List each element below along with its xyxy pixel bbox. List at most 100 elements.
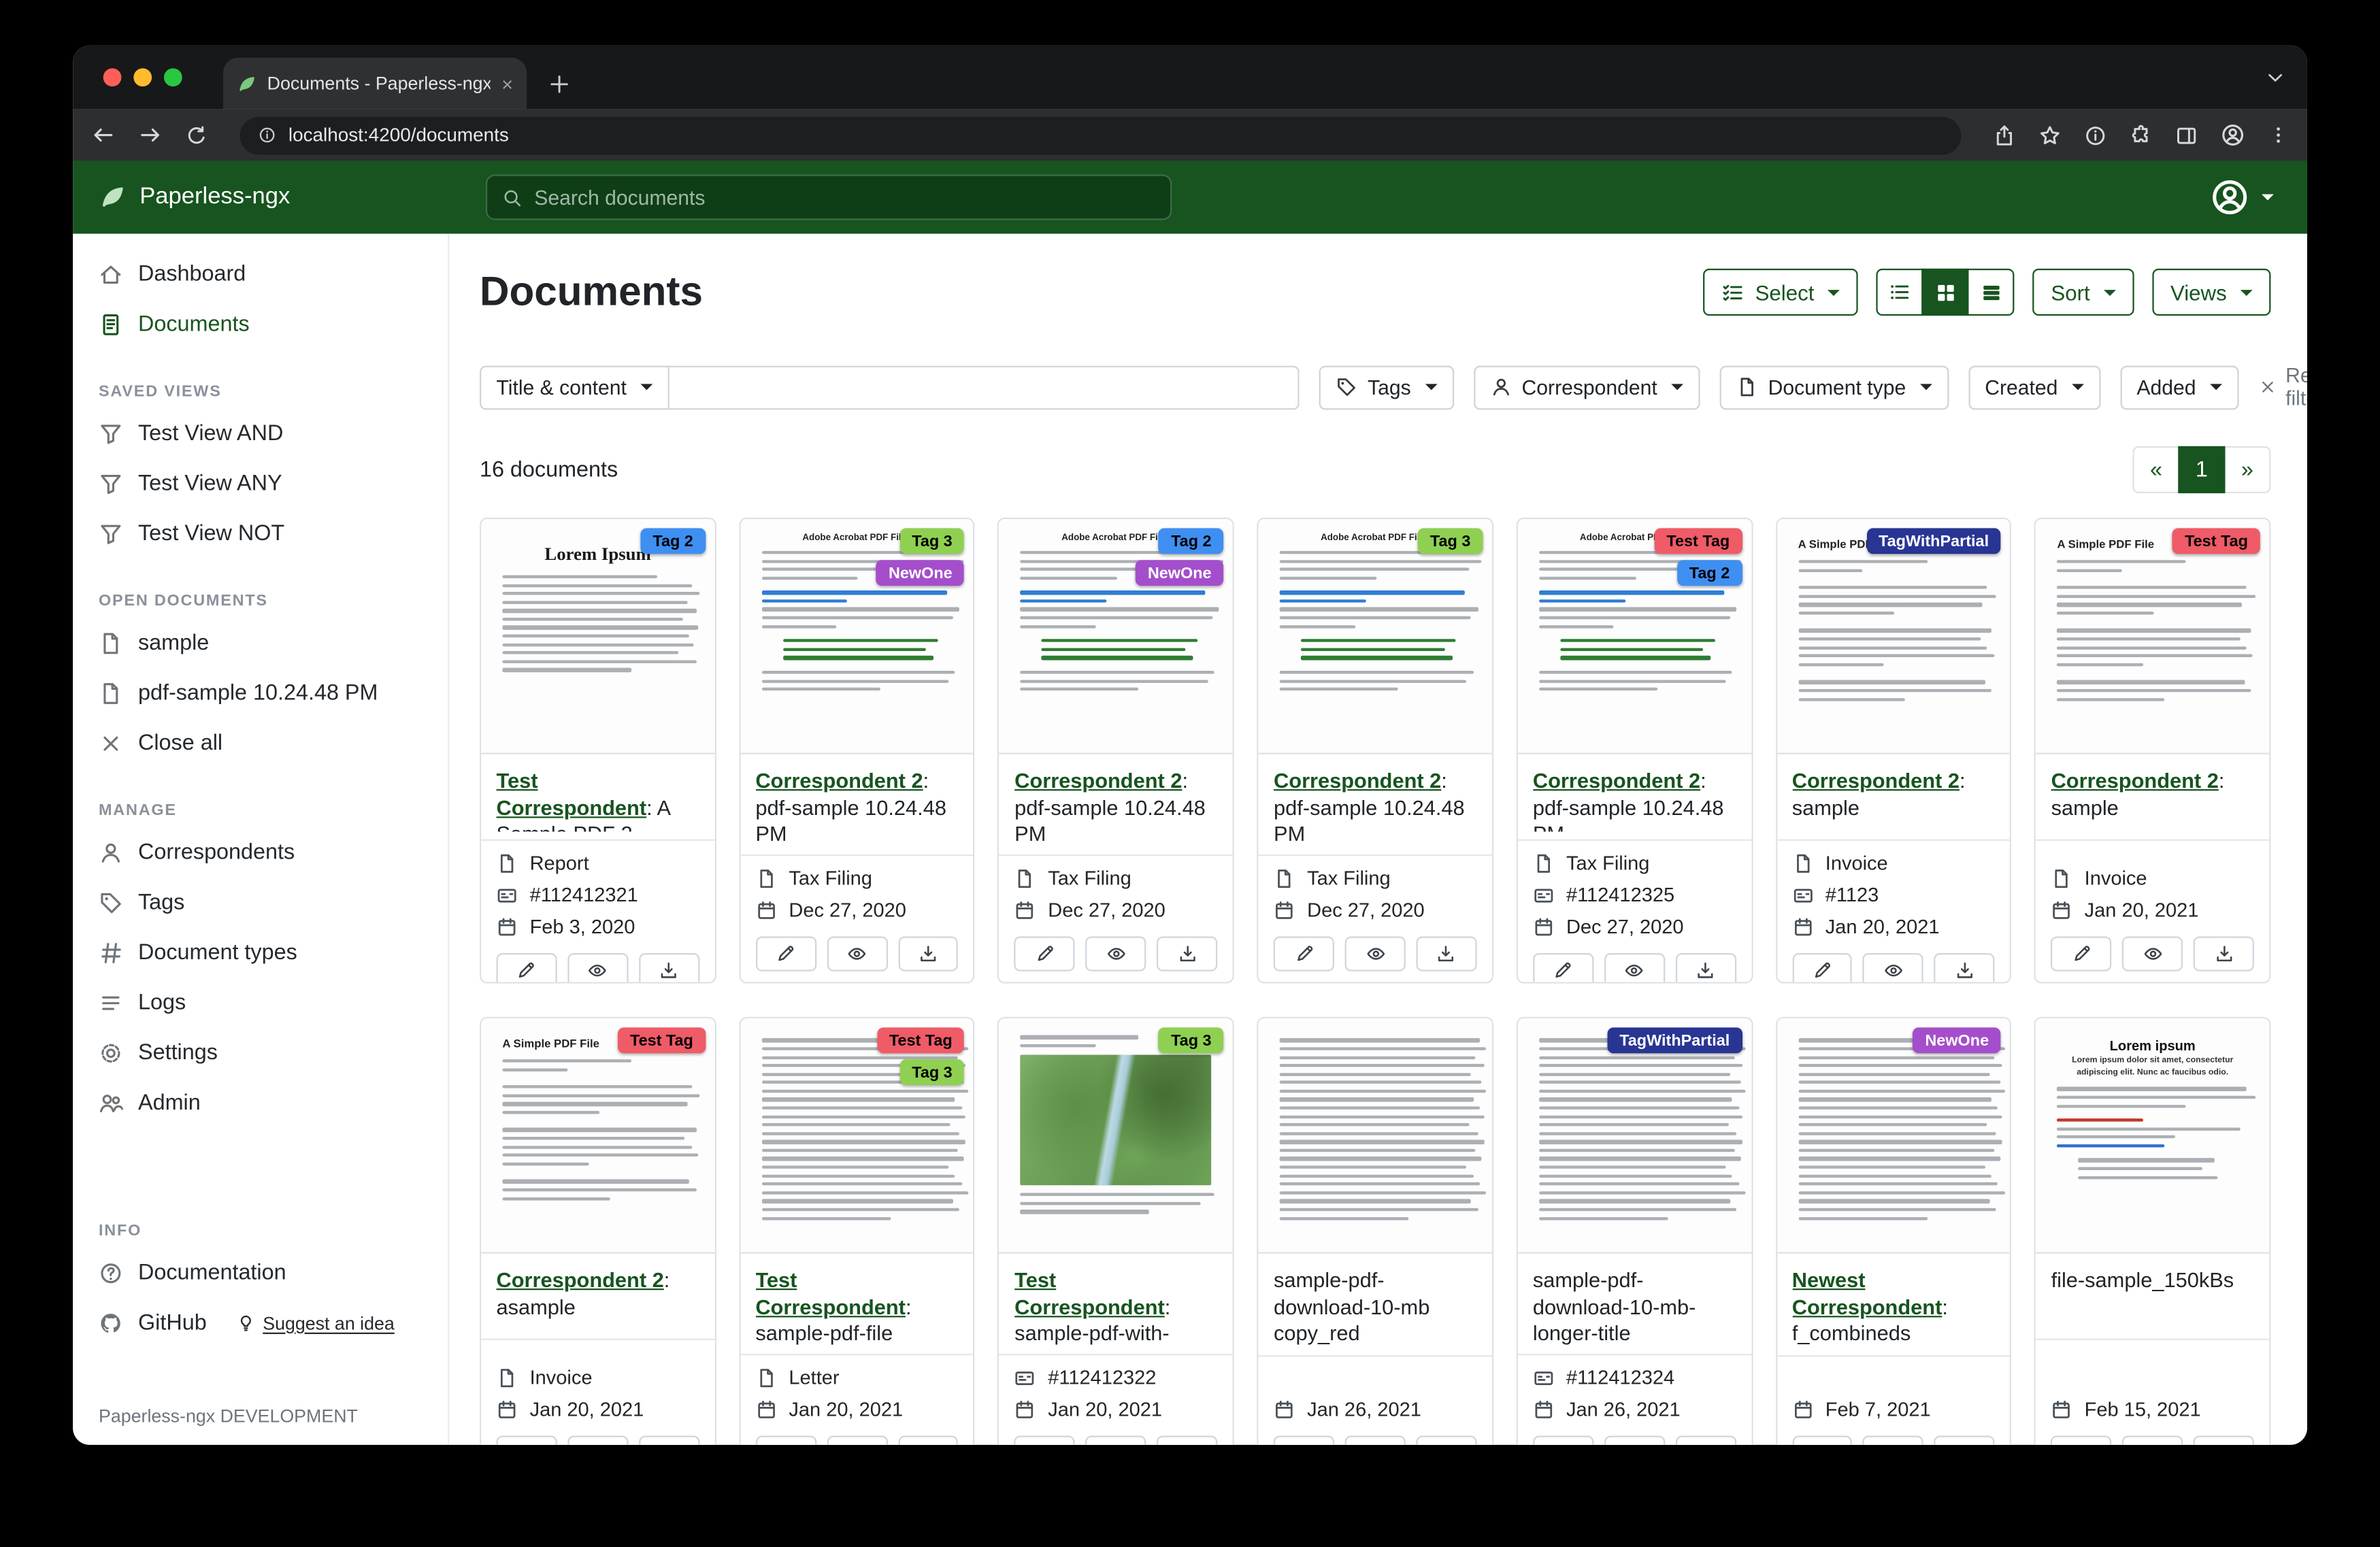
minimize-window-button[interactable] (133, 68, 152, 86)
document-card[interactable]: Adobe Acrobat PDF FilesTag 3Corresponden… (1257, 518, 1493, 984)
document-card[interactable]: Tag 3Test Correspondent: sample-pdf-with… (998, 1017, 1234, 1445)
document-thumbnail[interactable]: TagWithPartial (1518, 1018, 1751, 1254)
view-button[interactable] (1086, 936, 1146, 971)
sidebar-item-test-view-any[interactable]: Test View ANY (73, 459, 448, 509)
view-button[interactable] (2122, 1435, 2183, 1444)
document-thumbnail[interactable]: Adobe Acrobat PDF FilesTag 2NewOne (999, 519, 1233, 754)
tag-badge-tag-3[interactable]: Tag 3 (1159, 1027, 1223, 1053)
tag-badge-tag-3[interactable]: Tag 3 (899, 1059, 964, 1085)
filter-document-type-button[interactable]: Document type (1719, 365, 1948, 410)
tag-badge-test-tag[interactable]: Test Tag (877, 1027, 965, 1053)
view-button[interactable] (567, 1435, 628, 1444)
sidebar-item-test-view-and[interactable]: Test View AND (73, 408, 448, 459)
edit-button[interactable] (2051, 1435, 2112, 1444)
view-button[interactable] (827, 1435, 887, 1444)
sidebar-item-correspondents[interactable]: Correspondents (73, 827, 448, 878)
document-card[interactable]: Adobe Acrobat PDF FilesTest TagTag 2Corr… (1516, 518, 1752, 984)
global-search[interactable] (486, 175, 1172, 220)
tag-badge-newone[interactable]: NewOne (876, 560, 964, 586)
sidebar-item-documentation[interactable]: Documentation (73, 1248, 448, 1298)
pagination-next-button[interactable]: » (2224, 446, 2270, 493)
correspondent-link[interactable]: Newest Correspondent (1792, 1269, 1943, 1318)
download-button[interactable] (1934, 1435, 1995, 1444)
edit-button[interactable] (497, 953, 557, 984)
view-button[interactable] (567, 953, 628, 984)
filter-created-button[interactable]: Created (1968, 365, 2100, 410)
document-card[interactable]: TagWithPartialsample-pdf-download-10-mb-… (1516, 1017, 1752, 1445)
document-card[interactable]: A Simple PDF FileTagWithPartialCorrespon… (1775, 518, 2011, 984)
document-card[interactable]: sample-pdf-download-10-mb copy_redJan 26… (1257, 1017, 1493, 1445)
download-button[interactable] (1934, 953, 1995, 984)
tag-badge-tag-3[interactable]: Tag 3 (899, 528, 964, 554)
edit-button[interactable] (1792, 953, 1853, 984)
sidebar-item-document-types[interactable]: Document types (73, 927, 448, 978)
sidebar-item-settings[interactable]: Settings (73, 1027, 448, 1078)
view-button[interactable] (1345, 1435, 1406, 1444)
sidebar-item-pdf-sample-10-24-48-pm[interactable]: pdf-sample 10.24.48 PM (73, 668, 448, 718)
user-menu[interactable] (2210, 178, 2274, 217)
document-card[interactable]: Adobe Acrobat PDF FilesTag 3NewOneCorres… (739, 518, 975, 984)
correspondent-link[interactable]: Correspondent 2 (2051, 769, 2219, 792)
view-details-toggle[interactable] (1968, 269, 2015, 316)
document-card[interactable]: Test TagTag 3Test Correspondent: sample-… (739, 1017, 975, 1445)
filter-field-dropdown[interactable]: Title & content (480, 365, 669, 410)
document-thumbnail[interactable]: Test Tag Tag 3 (740, 1018, 974, 1254)
side-panel-button[interactable] (2175, 124, 2198, 146)
tag-badge-newone[interactable]: NewOne (1913, 1027, 2001, 1053)
tag-badge-tagwithpartial[interactable]: TagWithPartial (1607, 1027, 1742, 1053)
document-thumbnail[interactable]: A Simple PDF FileTagWithPartial (1776, 519, 2010, 754)
edit-button[interactable] (1792, 1435, 1853, 1444)
browser-tab[interactable]: Documents - Paperless-ngx × (223, 58, 527, 110)
edit-button[interactable] (2051, 936, 2112, 971)
document-thumbnail[interactable]: Lorem ipsumLorem ipsum dolor sit amet, c… (2036, 1018, 2269, 1254)
correspondent-link[interactable]: Test Correspondent (755, 1269, 906, 1318)
document-card[interactable]: NewOneNewest Correspondent: f_combinedsF… (1775, 1017, 2011, 1445)
document-thumbnail[interactable] (1259, 1018, 1492, 1254)
filter-added-button[interactable]: Added (2120, 365, 2238, 410)
sidebar-item-close-all[interactable]: Close all (73, 718, 448, 768)
download-button[interactable] (1157, 936, 1217, 971)
filter-text-input[interactable] (669, 365, 1299, 410)
search-input[interactable] (534, 186, 1155, 208)
edit-button[interactable] (1533, 1435, 1593, 1444)
tag-badge-tag-2[interactable]: Tag 2 (1677, 560, 1742, 586)
view-list-toggle[interactable] (1877, 269, 1923, 316)
download-button[interactable] (898, 1435, 959, 1444)
pagination-prev-button[interactable]: « (2132, 446, 2179, 493)
edit-button[interactable] (755, 1435, 816, 1444)
document-thumbnail[interactable]: Tag 3 (999, 1018, 1233, 1254)
pagination-page-1[interactable]: 1 (2178, 446, 2225, 493)
download-button[interactable] (2194, 1435, 2254, 1444)
sidebar-item-documents[interactable]: Documents (73, 299, 448, 349)
download-button[interactable] (2194, 936, 2254, 971)
page-info-icon[interactable] (2084, 124, 2106, 146)
edit-button[interactable] (1274, 936, 1334, 971)
sidebar-item-admin[interactable]: Admin (73, 1078, 448, 1128)
filter-tags-button[interactable]: Tags (1319, 365, 1454, 410)
view-button[interactable] (1604, 953, 1665, 984)
view-button[interactable] (1345, 936, 1406, 971)
view-button[interactable] (2122, 936, 2183, 971)
tag-badge-tag-2[interactable]: Tag 2 (1159, 528, 1223, 554)
sidebar-item-logs[interactable]: Logs (73, 978, 448, 1028)
filter-correspondent-button[interactable]: Correspondent (1473, 365, 1700, 410)
sidebar-item-tags[interactable]: Tags (73, 877, 448, 927)
download-button[interactable] (1416, 1435, 1476, 1444)
document-thumbnail[interactable]: A Simple PDF FileTest Tag (481, 1018, 714, 1254)
edit-button[interactable] (1014, 936, 1075, 971)
edit-button[interactable] (755, 936, 816, 971)
views-button[interactable]: Views (2152, 269, 2270, 316)
share-button[interactable] (1993, 124, 2015, 146)
correspondent-link[interactable]: Test Correspondent (497, 769, 647, 819)
download-button[interactable] (639, 1435, 699, 1444)
view-button[interactable] (827, 936, 887, 971)
download-button[interactable] (1675, 953, 1736, 984)
document-thumbnail[interactable]: Adobe Acrobat PDF FilesTag 3NewOne (740, 519, 974, 754)
correspondent-link[interactable]: Test Correspondent (1014, 1269, 1165, 1318)
edit-button[interactable] (1533, 953, 1593, 984)
download-button[interactable] (1157, 1435, 1217, 1444)
reset-filters-button[interactable]: Reset filters (2258, 364, 2307, 410)
browser-profile-avatar[interactable] (2221, 123, 2245, 148)
view-button[interactable] (1863, 1435, 1923, 1444)
document-card[interactable]: Adobe Acrobat PDF FilesTag 2NewOneCorres… (998, 518, 1234, 984)
